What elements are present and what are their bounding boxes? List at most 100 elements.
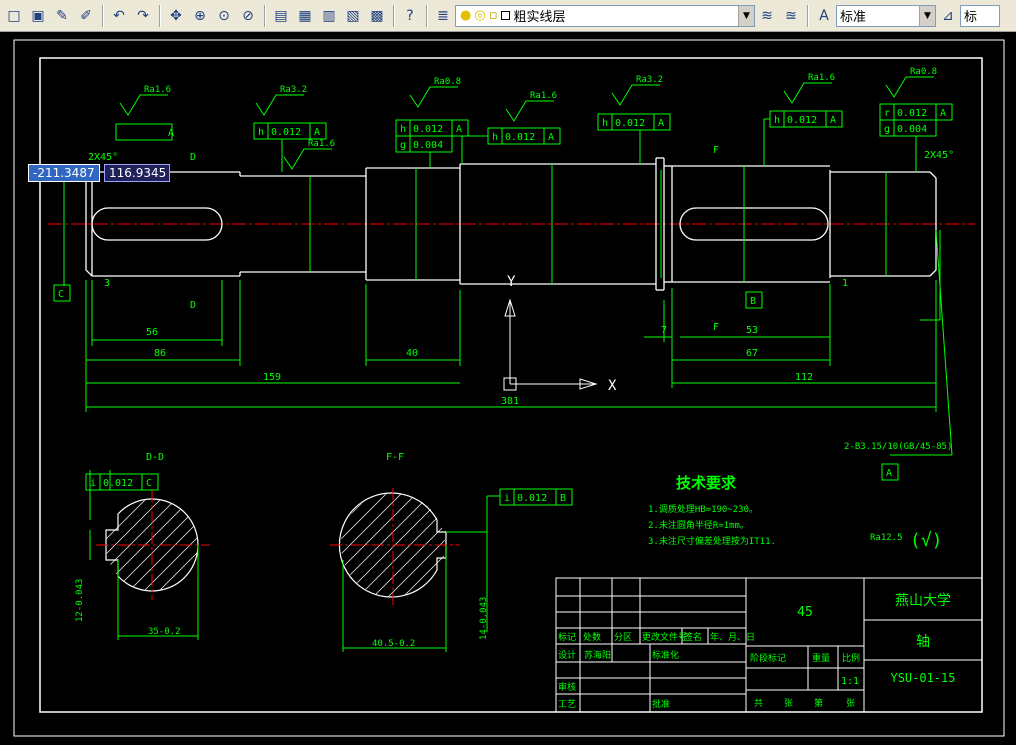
dim-text: 3 xyxy=(104,278,110,289)
tolerance-symbol: g xyxy=(884,124,890,135)
tolerance-datum: A xyxy=(830,115,836,126)
help-icon[interactable]: ? xyxy=(399,5,421,27)
title-material: 45 xyxy=(797,605,813,620)
ucs-icon xyxy=(503,298,598,391)
zoom-previous-icon[interactable]: ⊘ xyxy=(237,5,259,27)
toolbar-separator xyxy=(264,4,265,27)
layer-combo[interactable]: ● ◎ ▫ 粗实线层 ▼ xyxy=(455,4,755,27)
title-label: 设计 xyxy=(558,649,576,661)
tool-palette-icon[interactable]: ▥ xyxy=(318,5,340,27)
tolerance-symbol: i xyxy=(90,478,96,489)
roughness-symbol xyxy=(885,76,934,98)
tolerance-symbol: h xyxy=(492,132,498,143)
dim-text: 14-0.043 xyxy=(479,597,489,640)
tech-req-title: 技术要求 xyxy=(676,474,737,492)
title-label: 批准 xyxy=(652,698,670,710)
tech-req-item: 3.未注尺寸偏差处理按为IT11. xyxy=(648,535,776,547)
roughness-label: Ra1.6 xyxy=(144,85,171,95)
dim-style-icon[interactable]: ⊿ xyxy=(937,5,959,27)
pan-icon[interactable]: ✥ xyxy=(165,5,187,27)
tolerance-datum: A xyxy=(548,132,554,143)
zoom-window-icon[interactable]: ⊙ xyxy=(213,5,235,27)
dim-text: 40.5-0.2 xyxy=(372,639,415,649)
datum-label: B xyxy=(750,296,756,307)
match-properties-icon[interactable]: ✐ xyxy=(75,5,97,27)
title-header: 分区 xyxy=(614,632,632,643)
dim-text: 40 xyxy=(406,348,418,359)
roughness-label: Ra3.2 xyxy=(280,85,307,95)
title-label: 张 xyxy=(784,698,793,709)
roughness-other: (√) xyxy=(910,530,943,551)
bulb-icon: ● xyxy=(460,8,472,23)
tolerance-datum: A xyxy=(940,108,946,119)
dim-text: 1 xyxy=(842,278,848,289)
datum-label: C xyxy=(58,289,64,300)
tolerance-value: 0.004 xyxy=(413,140,443,151)
title-header: 处数 xyxy=(583,631,601,643)
title-label: 第 xyxy=(814,697,823,709)
tolerance-value: 0.012 xyxy=(103,478,133,489)
layer-previous-icon[interactable]: ≊ xyxy=(780,5,802,27)
tolerance-symbol: h xyxy=(774,115,780,126)
markup-icon[interactable]: ▧ xyxy=(342,5,364,27)
datum-label: A xyxy=(886,468,892,479)
cad-drawing[interactable]: Ra1.6 Ra3.2 Ra1.6 Ra0.8 Ra1.6 Ra3.2 Ra1.6 Ra0.8… xyxy=(0,32,1016,740)
toolbar-separator xyxy=(426,4,427,27)
toolbar-separator xyxy=(393,4,394,27)
tolerance-value: 0.012 xyxy=(615,118,645,129)
zoom-realtime-icon[interactable]: ⊕ xyxy=(189,5,211,27)
title-scale: 1:1 xyxy=(841,676,859,687)
title-label: 审核 xyxy=(558,681,576,693)
ucs-y-label: Y xyxy=(507,274,516,290)
title-header: 更改文件号 xyxy=(642,631,687,643)
toolbar-separator xyxy=(159,4,160,27)
tech-req-item: 2.未注圆角半径R=1mm。 xyxy=(648,519,749,531)
coord-y-field[interactable]: 116.9345 xyxy=(104,164,170,182)
layer-manager-icon[interactable]: ≣ xyxy=(432,5,454,27)
tolerance-datum: A xyxy=(456,124,462,135)
chevron-down-icon[interactable]: ▼ xyxy=(738,5,754,26)
chamfer-label: 2X45° xyxy=(88,152,118,163)
title-part-name: 轴 xyxy=(916,634,930,650)
dim-text: 56 xyxy=(146,327,158,338)
roughness-label: Ra1.6 xyxy=(308,139,335,149)
roughness-label: Ra0.8 xyxy=(910,67,937,77)
tolerance-value: 0.012 xyxy=(787,115,817,126)
tolerance-datum: B xyxy=(560,493,566,504)
roughness-label: Ra1.6 xyxy=(530,91,557,101)
dynamic-input-tooltip[interactable]: -211.3487 116.9345 xyxy=(28,164,170,182)
tolerance-symbol: h xyxy=(400,124,406,135)
coord-x-field[interactable]: -211.3487 xyxy=(28,164,100,182)
sun-icon: ◎ xyxy=(474,8,486,23)
text-style-combo[interactable]: 标准 ▼ xyxy=(836,4,936,27)
tolerance-value: 0.012 xyxy=(271,127,301,138)
center-hole-note: 2-B3.15/10(GB/45-85) xyxy=(844,442,952,452)
tolerance-value: 0.012 xyxy=(413,124,443,135)
calculator-icon[interactable]: ▩ xyxy=(366,5,388,27)
redo-icon[interactable]: ↷ xyxy=(132,5,154,27)
make-current-layer-icon[interactable]: ≋ xyxy=(756,5,778,27)
dim-style-value: 标 xyxy=(964,10,978,25)
dim-text: 12-0.043 xyxy=(75,579,85,622)
dim-style-combo[interactable]: 标 xyxy=(960,4,1000,27)
title-label: 共 xyxy=(754,698,763,709)
drawing-canvas[interactable]: Ra1.6 Ra3.2 Ra1.6 Ra0.8 Ra1.6 Ra3.2 Ra1.6 Ra0.8… xyxy=(0,32,1016,740)
tolerance-datum: A xyxy=(314,127,320,138)
roughness-symbol xyxy=(611,84,660,106)
view-label: F-F xyxy=(386,452,404,463)
tolerance-symbol: h xyxy=(258,127,264,138)
tolerance-value: 0.012 xyxy=(517,493,547,504)
text-style-value: 标准 xyxy=(840,10,867,25)
title-school: 燕山大学 xyxy=(895,593,951,609)
roughness-symbol xyxy=(505,100,554,122)
chevron-down-icon[interactable]: ▼ xyxy=(919,5,935,26)
new-icon[interactable]: □ xyxy=(3,5,25,27)
text-style-icon[interactable]: A xyxy=(813,5,835,27)
properties-icon[interactable]: ▤ xyxy=(270,5,292,27)
design-center-icon[interactable]: ▦ xyxy=(294,5,316,27)
pencil-icon[interactable]: ✎ xyxy=(51,5,73,27)
undo-icon[interactable]: ↶ xyxy=(108,5,130,27)
roughness-symbol xyxy=(783,82,832,104)
section-mark: D xyxy=(190,300,196,311)
open-icon[interactable]: ▣ xyxy=(27,5,49,27)
